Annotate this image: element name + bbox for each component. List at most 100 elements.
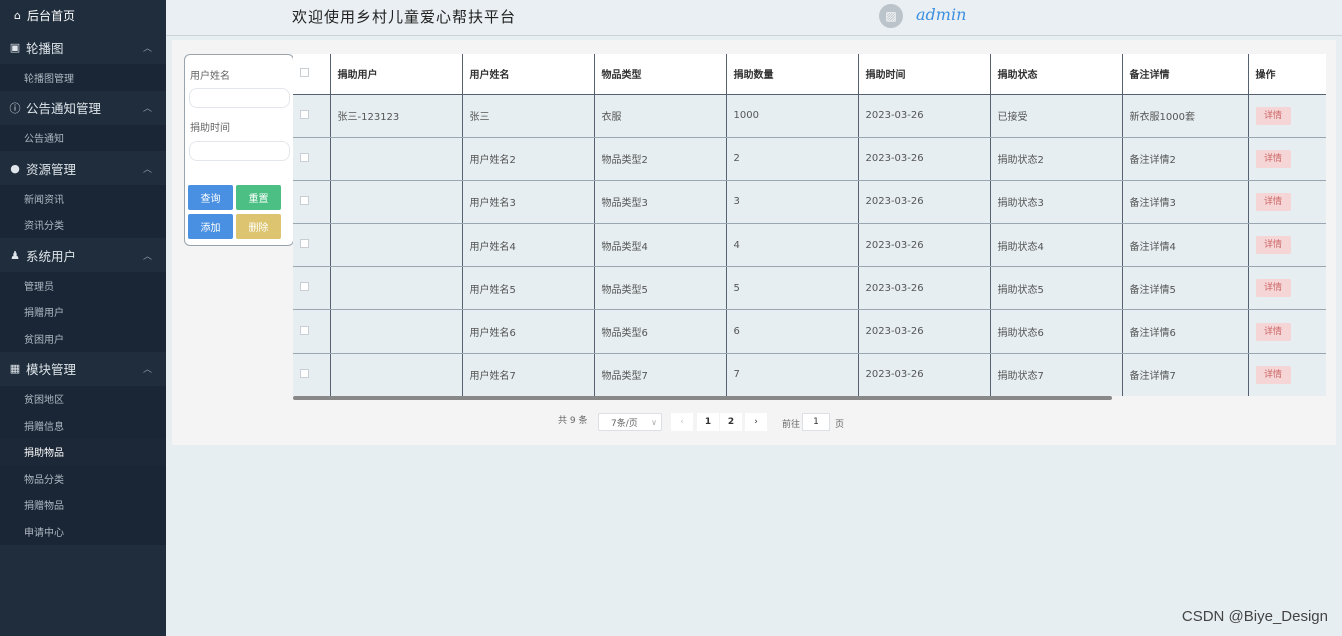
row-checkbox[interactable] bbox=[300, 282, 309, 292]
table-cell bbox=[330, 223, 463, 268]
page-title: 欢迎使用乡村儿童爱心帮扶平台 bbox=[292, 8, 517, 26]
query-button[interactable]: 查询 bbox=[188, 185, 233, 210]
detail-button[interactable]: 详情 bbox=[1255, 192, 1291, 211]
page-size-value: 7条/页 bbox=[611, 418, 638, 429]
action-cell: 详情 bbox=[1248, 94, 1326, 138]
sidebar-group-label: 系统用户 bbox=[26, 248, 77, 264]
sidebar-item-donation-goods[interactable]: 捐赠物品 bbox=[0, 491, 166, 518]
table-cell: 备注详情2 bbox=[1122, 137, 1249, 181]
table-cell: 用户姓名3 bbox=[462, 180, 595, 225]
action-cell: 详情 bbox=[1248, 180, 1326, 225]
username[interactable]: admin bbox=[916, 5, 966, 24]
row-select-cell[interactable] bbox=[293, 94, 331, 138]
sidebar-item-donation-info[interactable]: 捐赠信息 bbox=[0, 412, 166, 439]
table-cell: 3 bbox=[726, 180, 859, 225]
sidebar-group-notice[interactable]: ⓘ 公告通知管理 ︿ bbox=[0, 91, 166, 125]
donation-time-label: 捐助时间 bbox=[190, 123, 230, 134]
select-all-cell[interactable] bbox=[293, 54, 331, 95]
jump-prefix: 前往 bbox=[782, 420, 801, 430]
sidebar-item-apply-center[interactable]: 申请中心 bbox=[0, 518, 166, 545]
sidebar-item-news-category[interactable]: 资讯分类 bbox=[0, 211, 166, 238]
table-cell bbox=[330, 309, 463, 354]
data-table: 捐助用户 用户姓名 物品类型 捐助数量 捐助时间 捐助状态 备注详情 操作 张三… bbox=[293, 54, 1326, 396]
row-select-cell[interactable] bbox=[293, 223, 331, 268]
chevron-left-icon: ‹ bbox=[680, 417, 684, 427]
reset-button[interactable]: 重置 bbox=[236, 185, 281, 210]
detail-button[interactable]: 详情 bbox=[1255, 149, 1291, 168]
sidebar-item-admin[interactable]: 管理员 bbox=[0, 272, 166, 299]
sidebar-group-modules[interactable]: ▦ 模块管理 ︿ bbox=[0, 352, 166, 386]
table-cell bbox=[330, 266, 463, 311]
sidebar-item-donated-goods[interactable]: 捐助物品 bbox=[0, 438, 166, 465]
sidebar-group-users[interactable]: ♟ 系统用户 ︿ bbox=[0, 238, 166, 272]
table-cell: 2023-03-26 bbox=[858, 309, 991, 354]
username-label: 用户姓名 bbox=[190, 71, 230, 82]
column-header: 捐助状态 bbox=[990, 54, 1123, 95]
row-checkbox[interactable] bbox=[300, 325, 309, 335]
row-select-cell[interactable] bbox=[293, 309, 331, 354]
row-checkbox[interactable] bbox=[300, 239, 309, 249]
sidebar-group-resource[interactable]: ● 资源管理 ︿ bbox=[0, 151, 166, 185]
chevron-down-icon: ∨ bbox=[651, 417, 657, 427]
prev-page-button[interactable]: ‹ bbox=[671, 413, 693, 431]
delete-button[interactable]: 删除 bbox=[236, 214, 281, 239]
action-cell: 详情 bbox=[1248, 353, 1326, 396]
row-select-cell[interactable] bbox=[293, 180, 331, 225]
add-button[interactable]: 添加 bbox=[188, 214, 233, 239]
sidebar-group-carousel[interactable]: ▣ 轮播图 ︿ bbox=[0, 30, 166, 64]
top-header: 欢迎使用乡村儿童爱心帮扶平台 ▨ admin bbox=[166, 0, 1342, 36]
row-checkbox[interactable] bbox=[300, 109, 309, 119]
table-cell: 2023-03-26 bbox=[858, 266, 991, 311]
table-cell: 2023-03-26 bbox=[858, 180, 991, 225]
sidebar: ⌂ 后台首页 ▣ 轮播图 ︿ 轮播图管理 ⓘ 公告通知管理 ︿ 公告通知 ● 资… bbox=[0, 0, 166, 636]
sidebar-footer bbox=[0, 580, 166, 636]
row-select-cell[interactable] bbox=[293, 137, 331, 181]
row-checkbox[interactable] bbox=[300, 368, 309, 378]
column-header: 捐助用户 bbox=[330, 54, 463, 95]
avatar[interactable]: ▨ bbox=[879, 4, 903, 28]
detail-button[interactable]: 详情 bbox=[1255, 106, 1291, 125]
table-row: 用户姓名2 物品类型2 2 2023-03-26 捐助状态2 备注详情2 详情 bbox=[293, 137, 1326, 181]
sidebar-item-notice[interactable]: 公告通知 bbox=[0, 124, 166, 151]
page-2-button[interactable]: 2 bbox=[720, 413, 742, 431]
action-cell: 详情 bbox=[1248, 266, 1326, 311]
table-cell: 用户姓名4 bbox=[462, 223, 595, 268]
action-cell: 详情 bbox=[1248, 223, 1326, 268]
sidebar-item-carousel-manage[interactable]: 轮播图管理 bbox=[0, 64, 166, 91]
sidebar-home-label: 后台首页 bbox=[26, 8, 75, 23]
sidebar-item-news[interactable]: 新闻资讯 bbox=[0, 185, 166, 212]
row-select-cell[interactable] bbox=[293, 353, 331, 396]
column-header: 捐助数量 bbox=[726, 54, 859, 95]
table-row: 用户姓名4 物品类型4 4 2023-03-26 捐助状态4 备注详情4 详情 bbox=[293, 223, 1326, 268]
select-all-checkbox[interactable] bbox=[300, 67, 309, 77]
row-checkbox[interactable] bbox=[300, 195, 309, 205]
next-page-button[interactable]: › bbox=[745, 413, 767, 431]
column-header: 备注详情 bbox=[1122, 54, 1249, 95]
jump-input[interactable]: 1 bbox=[802, 413, 830, 431]
row-select-cell[interactable] bbox=[293, 266, 331, 311]
chevron-up-icon: ︿ bbox=[142, 43, 152, 54]
jump-suffix: 页 bbox=[835, 420, 845, 430]
detail-button[interactable]: 详情 bbox=[1255, 322, 1291, 341]
table-cell bbox=[330, 180, 463, 225]
horizontal-scrollbar[interactable] bbox=[293, 396, 1112, 400]
sidebar-item-poor-area[interactable]: 贫困地区 bbox=[0, 385, 166, 412]
detail-button[interactable]: 详情 bbox=[1255, 279, 1291, 298]
table-row: 用户姓名7 物品类型7 7 2023-03-26 捐助状态7 备注详情7 详情 bbox=[293, 353, 1326, 396]
detail-button[interactable]: 详情 bbox=[1255, 365, 1291, 384]
donation-time-input[interactable] bbox=[189, 141, 290, 161]
image-icon: ▣ bbox=[9, 40, 21, 54]
page-1-button[interactable]: 1 bbox=[697, 413, 719, 431]
row-checkbox[interactable] bbox=[300, 152, 309, 162]
sidebar-item-goods-category[interactable]: 物品分类 bbox=[0, 465, 166, 492]
sidebar-item-poor-user[interactable]: 贫困用户 bbox=[0, 325, 166, 352]
column-header: 操作 bbox=[1248, 54, 1326, 95]
username-input[interactable] bbox=[189, 88, 290, 108]
table-row: 张三-123123 张三 衣服 1000 2023-03-26 已接受 新衣服1000套 详情 bbox=[293, 94, 1326, 138]
page-size-select[interactable]: 7条/页 ∨ bbox=[598, 413, 662, 431]
sidebar-home[interactable]: ⌂ 后台首页 bbox=[0, 0, 166, 30]
detail-button[interactable]: 详情 bbox=[1255, 236, 1291, 255]
table-cell: 捐助状态3 bbox=[990, 180, 1123, 225]
sidebar-item-donor-user[interactable]: 捐赠用户 bbox=[0, 298, 166, 325]
table-cell: 捐助状态7 bbox=[990, 353, 1123, 396]
